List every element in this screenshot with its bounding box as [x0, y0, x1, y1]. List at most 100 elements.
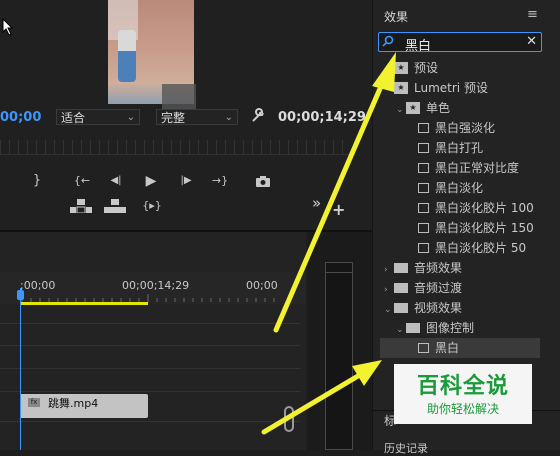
audio-meter: [325, 262, 353, 450]
selected-row-highlight: [380, 338, 540, 358]
folder-icon: [406, 322, 420, 333]
tree-item[interactable]: ⌄ 视频效果: [384, 298, 462, 318]
tree-item-label: 黑白打孔: [435, 141, 484, 155]
current-timecode[interactable]: 00;00: [0, 110, 41, 125]
search-input[interactable]: 黑白: [405, 35, 431, 54]
effects-search-field[interactable]: 黑白 ✕: [378, 32, 542, 54]
tree-item-label: 黑白淡化胶片 100: [435, 201, 534, 215]
folder-icon: [394, 282, 408, 293]
playhead[interactable]: [20, 288, 21, 450]
effect-icon: [418, 242, 429, 253]
camera-icon[interactable]: [256, 176, 270, 187]
track-divider: [0, 421, 300, 422]
preset-folder-icon: ★: [394, 61, 408, 74]
tree-item[interactable]: 黑白正常对比度: [408, 158, 519, 178]
monitor-ruler[interactable]: [0, 140, 350, 155]
effect-icon: [418, 222, 429, 233]
step-forward-button[interactable]: |▶: [176, 172, 196, 190]
tree-item-label: 图像控制: [426, 321, 475, 335]
preset-folder-icon: ★: [406, 101, 420, 114]
effect-icon: [418, 162, 429, 173]
tree-item[interactable]: ⌄ ★ 单色: [396, 98, 450, 118]
track-divider: [0, 368, 300, 369]
search-icon: [382, 35, 394, 50]
work-area-bar[interactable]: [20, 302, 148, 305]
tree-item[interactable]: 黑白: [408, 338, 459, 358]
tree-item[interactable]: 黑白淡化胶片 50: [408, 238, 526, 258]
tree-item-label: 黑白: [435, 341, 460, 355]
watermark-logo: 百科全说 助你轻松解决: [394, 364, 532, 424]
ruler-tick-mid: 00;00;14;29: [122, 279, 190, 292]
effect-icon: [418, 202, 429, 213]
folder-icon: [394, 302, 408, 313]
tree-item-label: 单色: [426, 101, 451, 115]
zoom-scroll-handle[interactable]: [284, 406, 294, 432]
wrench-icon[interactable]: [250, 108, 266, 124]
tree-item[interactable]: 黑白淡化胶片 100: [408, 198, 534, 218]
history-panel-label[interactable]: 历史记录: [384, 440, 428, 456]
watermark-title: 百科全说: [416, 374, 509, 399]
quality-select[interactable]: 完整 ⌄: [156, 109, 238, 125]
tree-item-label: 黑白强淡化: [435, 121, 496, 135]
tree-item[interactable]: ★ Lumetri 预设: [384, 78, 488, 98]
effect-icon: [418, 342, 429, 353]
tree-item-label: 视频效果: [414, 301, 463, 315]
tree-item[interactable]: › 音频过渡: [384, 278, 462, 298]
tree-item[interactable]: › 音频效果: [384, 258, 462, 278]
tree-item-label: 黑白淡化胶片 50: [435, 241, 527, 255]
video-clip[interactable]: fx 跳舞.mp4: [20, 394, 148, 418]
step-back-button[interactable]: ◀|: [106, 172, 126, 190]
track-divider: [0, 345, 300, 346]
tree-item-label: 预设: [414, 61, 439, 75]
folder-icon: [394, 262, 408, 273]
tree-item[interactable]: 黑白打孔: [408, 138, 483, 158]
blurred-region: [162, 84, 196, 110]
preset-folder-icon: ★: [394, 81, 408, 94]
more-controls-button[interactable]: »: [312, 194, 321, 212]
tree-item[interactable]: ★ 预设: [384, 58, 438, 78]
tree-item-label: 音频效果: [414, 261, 463, 275]
track-divider: [0, 323, 300, 324]
lift-icon[interactable]: [70, 199, 92, 214]
ruler-tick-start: ;00;00: [20, 279, 56, 292]
effect-icon: [418, 182, 429, 193]
go-to-out-button[interactable]: →}: [210, 172, 230, 190]
fx-badge: fx: [28, 398, 40, 407]
watermark-subtitle: 助你轻松解决: [426, 402, 499, 416]
mark-out-button[interactable]: }: [27, 172, 47, 190]
tree-item-label: 黑白淡化胶片 150: [435, 221, 534, 235]
audio-meter-header: [325, 262, 353, 273]
track-divider: [0, 391, 300, 392]
tree-item-label: 黑白淡化: [435, 181, 484, 195]
tree-item-label: 黑白正常对比度: [435, 161, 520, 175]
quality-select-value: 完整: [161, 111, 186, 125]
tree-item-label: 音频过渡: [414, 281, 463, 295]
tree-item[interactable]: 黑白淡化: [408, 178, 483, 198]
chevron-right-icon[interactable]: ›: [384, 280, 394, 300]
tree-item[interactable]: 黑白淡化胶片 150: [408, 218, 534, 238]
chevron-down-icon[interactable]: ⌄: [396, 320, 406, 340]
fit-select[interactable]: 适合 ⌄: [56, 109, 140, 125]
dancer-figure: [118, 30, 136, 82]
chevron-down-icon[interactable]: ⌄: [396, 100, 406, 120]
tree-item[interactable]: 黑白强淡化: [408, 118, 495, 138]
chevron-down-icon: ⌄: [224, 112, 233, 123]
ruler-tick-end: 00;00: [246, 279, 278, 292]
panel-title[interactable]: 效果: [384, 8, 408, 25]
clear-icon[interactable]: ✕: [526, 34, 537, 49]
clip-label: 跳舞.mp4: [48, 397, 99, 410]
play-button[interactable]: ▶: [141, 172, 161, 190]
tree-item-label: Lumetri 预设: [414, 81, 488, 95]
duration-timecode: 00;00;14;29: [278, 110, 366, 125]
fit-select-value: 适合: [61, 111, 86, 125]
chevron-down-icon[interactable]: ⌄: [384, 300, 394, 320]
chevron-down-icon: ⌄: [126, 112, 135, 123]
extract-icon[interactable]: [104, 199, 126, 213]
go-to-in-button[interactable]: {←: [72, 172, 92, 190]
hamburger-menu-icon[interactable]: ≡: [527, 7, 538, 22]
chevron-right-icon[interactable]: ›: [384, 260, 394, 280]
effect-icon: [418, 142, 429, 153]
trim-button[interactable]: {▸}: [140, 197, 164, 215]
add-button[interactable]: +: [332, 200, 345, 219]
tree-item[interactable]: ⌄ 图像控制: [396, 318, 474, 338]
